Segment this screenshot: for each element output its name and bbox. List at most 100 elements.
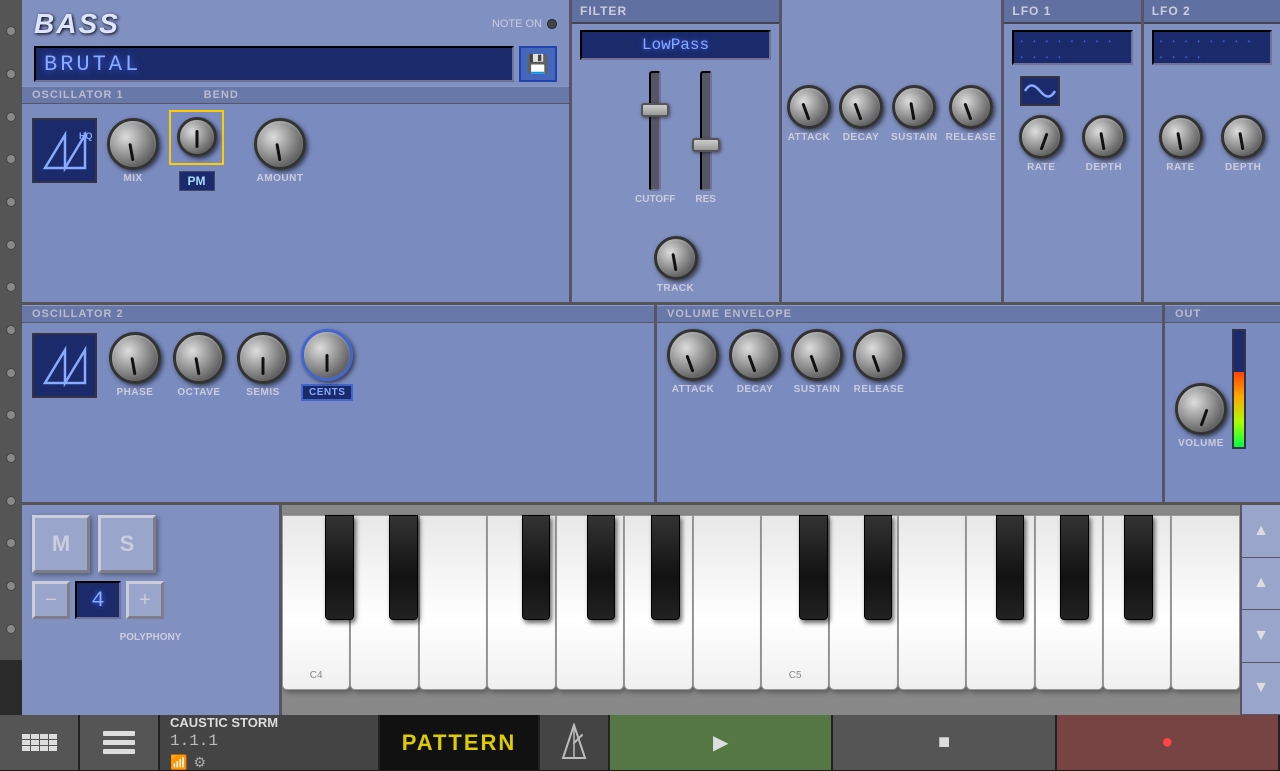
stop-button[interactable]: ■ (833, 715, 1056, 770)
piano-wrapper: C4 C5 (282, 505, 1240, 715)
bend-amount-knob[interactable] (254, 118, 306, 170)
cents-knob[interactable] (301, 329, 353, 381)
black-key-ds5[interactable] (864, 515, 893, 620)
white-key-b5[interactable] (1171, 515, 1239, 690)
white-key-e5[interactable] (898, 515, 966, 690)
save-icon: 💾 (527, 54, 549, 75)
mono-stutter-row: M S (32, 515, 269, 573)
volume-knob[interactable] (1175, 383, 1227, 435)
scroll-down-button[interactable]: ▼ (1242, 610, 1280, 663)
black-key-ds4[interactable] (389, 515, 418, 620)
scroll-down2-icon: ▼ (1253, 679, 1269, 697)
vol-attack-knob[interactable] (667, 329, 719, 381)
lfo2-depth-knob[interactable] (1221, 115, 1265, 159)
poly-minus-button[interactable]: − (32, 581, 70, 619)
filter-sliders: CUTOFF RES (572, 66, 779, 232)
mono-button[interactable]: M (32, 515, 90, 573)
bass-title: BASS (34, 8, 120, 40)
preset-display[interactable]: BRUTAL (34, 46, 514, 82)
bend-amount-group: AMOUNT (254, 118, 306, 184)
lfo1-knobs: RATE DEPTH (1004, 111, 1140, 181)
lfo1-wave-icon[interactable] (1020, 76, 1060, 106)
grid-view-button[interactable] (0, 715, 80, 770)
save-button[interactable]: 💾 (519, 46, 557, 82)
pm-box[interactable] (169, 110, 224, 165)
list-view-button[interactable] (80, 715, 160, 770)
white-key-b4[interactable] (693, 515, 761, 690)
filter-release-label: RELEASE (946, 132, 997, 143)
scroll-up-button[interactable]: ▲ (1242, 505, 1280, 558)
song-info: CAUSTIC STORM 1.1.1 📶 ⚙ (160, 715, 380, 770)
pm-knob[interactable] (177, 117, 217, 157)
cutoff-thumb[interactable] (641, 103, 669, 117)
lfo1-rate-knob[interactable] (1019, 115, 1063, 159)
volume-meter (1232, 329, 1246, 449)
record-button[interactable]: ● (1057, 715, 1280, 770)
left-panel: BASS NOTE ON BRUTAL 💾 (22, 0, 572, 302)
right-top-panel: FILTER LowPass CUTOFF (572, 0, 1280, 302)
osc2-wave-display[interactable] (32, 333, 97, 398)
black-key-cs5[interactable] (799, 515, 828, 620)
black-key-as4[interactable] (651, 515, 680, 620)
octave-knob[interactable] (173, 332, 225, 384)
phase-knob[interactable] (109, 332, 161, 384)
scroll-down2-button[interactable]: ▼ (1242, 663, 1280, 716)
lfo2-spacer (1144, 71, 1280, 111)
vol-sustain-label: SUSTAIN (794, 384, 841, 395)
dot (6, 240, 16, 250)
scroll-up2-button[interactable]: ▲ (1242, 558, 1280, 611)
vol-release-indicator (871, 355, 880, 373)
lfo2-rate-group: RATE (1159, 115, 1203, 173)
keyboard-controls: M S − 4 + (22, 505, 282, 715)
list-icon (103, 731, 135, 754)
osc1-wave-display[interactable]: HQ (32, 118, 97, 183)
filter-env-knobs: ATTACK DECAY (787, 85, 996, 143)
preset-row: BRUTAL 💾 (34, 46, 557, 82)
cutoff-slider[interactable] (649, 71, 661, 191)
stutter-button[interactable]: S (98, 515, 156, 573)
filter-type-display[interactable]: LowPass (580, 30, 771, 60)
black-key-as5[interactable] (1124, 515, 1153, 620)
dot (6, 496, 16, 506)
lfo2-rate-knob[interactable] (1159, 115, 1203, 159)
filter-release-indicator (963, 103, 972, 121)
lfo2-depth-indicator (1239, 132, 1245, 150)
black-key-fs5[interactable] (996, 515, 1025, 620)
semis-knob[interactable] (237, 332, 289, 384)
piano-container: C4 C5 (282, 505, 1240, 715)
vol-release-knob[interactable] (853, 329, 905, 381)
vol-decay-knob[interactable] (729, 329, 781, 381)
filter-decay-knob[interactable] (839, 85, 883, 129)
lfo1-depth-knob[interactable] (1082, 115, 1126, 159)
pm-button[interactable]: PM (179, 171, 215, 191)
res-slider[interactable] (700, 71, 712, 191)
filter-header: FILTER (572, 0, 779, 24)
dot (6, 410, 16, 420)
black-key-gs5[interactable] (1060, 515, 1089, 620)
out-header: OUT (1165, 305, 1280, 323)
vol-sustain-knob[interactable] (791, 329, 843, 381)
lfo1-rate-indicator (1040, 133, 1049, 151)
bass-header: BASS NOTE ON BRUTAL 💾 (22, 0, 569, 86)
keyboard-scroll: ▲ ▲ ▼ ▼ (1240, 505, 1280, 715)
dot (6, 282, 16, 292)
poly-plus-button[interactable]: + (126, 581, 164, 619)
black-key-fs4[interactable] (522, 515, 551, 620)
res-thumb[interactable] (692, 138, 720, 152)
filter-panel: FILTER LowPass CUTOFF (572, 0, 782, 302)
filter-track-knob[interactable] (654, 236, 698, 280)
mix-label: MIX (123, 173, 142, 184)
filter-sustain-knob[interactable] (892, 85, 936, 129)
play-button[interactable]: ▶ (610, 715, 833, 770)
black-key-gs4[interactable] (587, 515, 616, 620)
stop-icon: ■ (938, 731, 950, 754)
scroll-up2-icon: ▲ (1253, 574, 1269, 592)
white-key-e4[interactable] (419, 515, 487, 690)
filter-attack-knob[interactable] (787, 85, 831, 129)
filter-release-knob[interactable] (949, 85, 993, 129)
black-key-cs4[interactable] (325, 515, 354, 620)
pattern-button[interactable]: PATTERN (380, 715, 540, 770)
metronome-button[interactable] (540, 715, 610, 770)
wifi-icon: 📶 (170, 754, 187, 771)
mix-knob[interactable] (107, 118, 159, 170)
